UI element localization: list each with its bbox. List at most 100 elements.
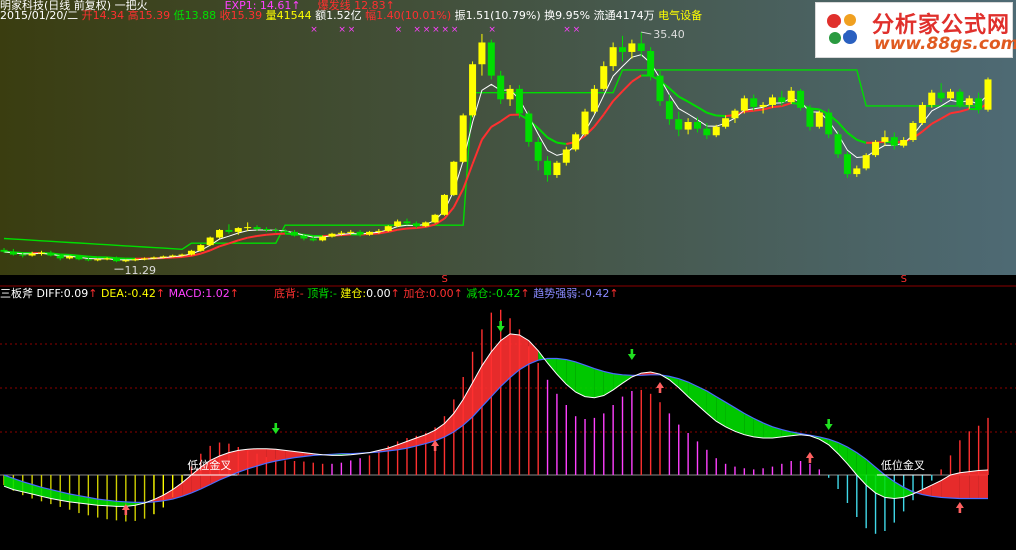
candle-body xyxy=(562,149,570,163)
price-high-label: 35.40 xyxy=(653,28,685,41)
candle-body xyxy=(0,249,8,252)
diff-dea-band xyxy=(603,371,614,396)
diff-dea-band xyxy=(950,472,960,499)
candle-body xyxy=(534,141,542,161)
candle-body xyxy=(66,256,74,259)
candle-body xyxy=(440,194,448,215)
slow-ma-segment xyxy=(69,253,80,257)
ohlc-info-row: 2015/01/20/二 开14.34 高15.39 低13.88 收15.39… xyxy=(0,10,702,22)
candle-body xyxy=(159,256,167,258)
diff-dea-band xyxy=(594,368,604,398)
candle-body xyxy=(356,231,364,235)
sell-arrow-icon xyxy=(271,423,280,434)
slow-ma-segment xyxy=(256,233,267,237)
close-label: 收 xyxy=(219,9,231,22)
candle-body xyxy=(881,137,889,142)
up-arrow-icon: ↑ xyxy=(453,287,463,300)
diff-dea-band xyxy=(613,373,623,390)
candle-body xyxy=(731,110,739,119)
candle-body xyxy=(487,42,495,76)
candle-body xyxy=(544,160,552,176)
amplitude-label: 振 xyxy=(454,9,466,22)
diff-dea-band xyxy=(735,407,745,435)
candle-body xyxy=(872,141,880,156)
x-marker-icon: × xyxy=(338,25,346,35)
candle-body xyxy=(853,168,861,175)
candle-body xyxy=(84,259,92,261)
candle-body xyxy=(328,233,336,237)
date-value: 2015/01/20/二 xyxy=(0,9,79,22)
candle-body xyxy=(900,140,908,146)
candle-body xyxy=(843,154,851,175)
candle-body xyxy=(656,75,664,102)
candle-body xyxy=(628,43,636,52)
stock-chart[interactable]: 低位金叉 低位金叉 35.4011.29S S× × × × × × × × × × × × xyxy=(0,0,1016,550)
candle-body xyxy=(169,255,177,257)
candle-body xyxy=(609,47,617,67)
slow-ma-segment xyxy=(716,114,726,118)
candle-body xyxy=(141,258,149,260)
add-position-label: 加仓: xyxy=(403,287,430,300)
candle-body xyxy=(178,254,186,256)
high-value: 15.39 xyxy=(138,9,171,22)
float-value: 4174万 xyxy=(615,9,655,22)
candle-body xyxy=(759,104,767,107)
candle-body xyxy=(806,107,814,127)
diff-dea-band xyxy=(959,471,970,499)
macd-panel[interactable]: 低位金叉 低位金叉 xyxy=(0,309,989,534)
candle-body xyxy=(225,229,233,232)
top-divergence-label: 顶背: xyxy=(307,287,333,300)
x-marker-icon: × xyxy=(573,25,581,35)
candle-body xyxy=(572,134,580,150)
candle-body xyxy=(984,79,992,110)
open-label: 开 xyxy=(81,9,93,22)
candle-body xyxy=(206,237,214,246)
sector-label: 电气设备 xyxy=(658,9,703,22)
candle-body xyxy=(619,47,627,52)
macd-label: MACD: xyxy=(168,287,206,300)
x-marker-icon: × xyxy=(310,25,318,35)
candle-body xyxy=(394,221,402,227)
candle-body xyxy=(478,42,486,65)
golden-cross-label: 低位金叉 xyxy=(187,458,231,472)
dea-label: DEA: xyxy=(100,287,128,300)
candle-body xyxy=(647,50,655,76)
candle-body xyxy=(28,253,36,256)
candle-body xyxy=(122,260,130,262)
candle-body xyxy=(187,250,195,255)
candle-body xyxy=(965,98,973,105)
candle-body xyxy=(703,128,711,136)
candle-body xyxy=(975,98,983,110)
x-marker-icon: × xyxy=(413,25,421,35)
amount-value: 1.52亿 xyxy=(326,9,362,22)
build-position-value: 0.00 xyxy=(366,287,391,300)
diff-dea-band xyxy=(585,365,595,398)
slow-ma-segment xyxy=(266,232,276,236)
diff-dea-band xyxy=(453,399,464,432)
buy-arrow-icon xyxy=(955,502,964,513)
candle-body xyxy=(19,254,27,256)
buy-arrow-icon xyxy=(656,382,664,393)
watermark-logo: 分析家公式网 www.88gs.com xyxy=(815,2,1016,58)
diff-dea-band xyxy=(744,413,754,437)
candle-body xyxy=(309,238,317,241)
candle-body xyxy=(319,236,327,241)
candle-body xyxy=(112,258,120,262)
x-marker-icon: × xyxy=(488,25,496,35)
change-value: 1.40(10.01%) xyxy=(376,9,452,22)
candle-body xyxy=(234,228,242,232)
slow-ma-segment xyxy=(556,141,567,145)
x-marker-icon: × xyxy=(395,25,403,35)
x-marker-icon: × xyxy=(423,25,431,35)
candle-body xyxy=(216,229,224,238)
candle-body xyxy=(403,221,411,224)
add-position-value: 0.00 xyxy=(429,287,454,300)
candle-body xyxy=(740,98,748,111)
up-arrow-icon: ↑ xyxy=(390,287,400,300)
buy-arrow-icon xyxy=(805,452,814,463)
candle-body xyxy=(37,252,45,254)
candle-body xyxy=(947,91,955,99)
reduce-position-label: 减仓: xyxy=(466,287,493,300)
candle-body xyxy=(365,231,373,235)
candle-body xyxy=(797,90,805,108)
